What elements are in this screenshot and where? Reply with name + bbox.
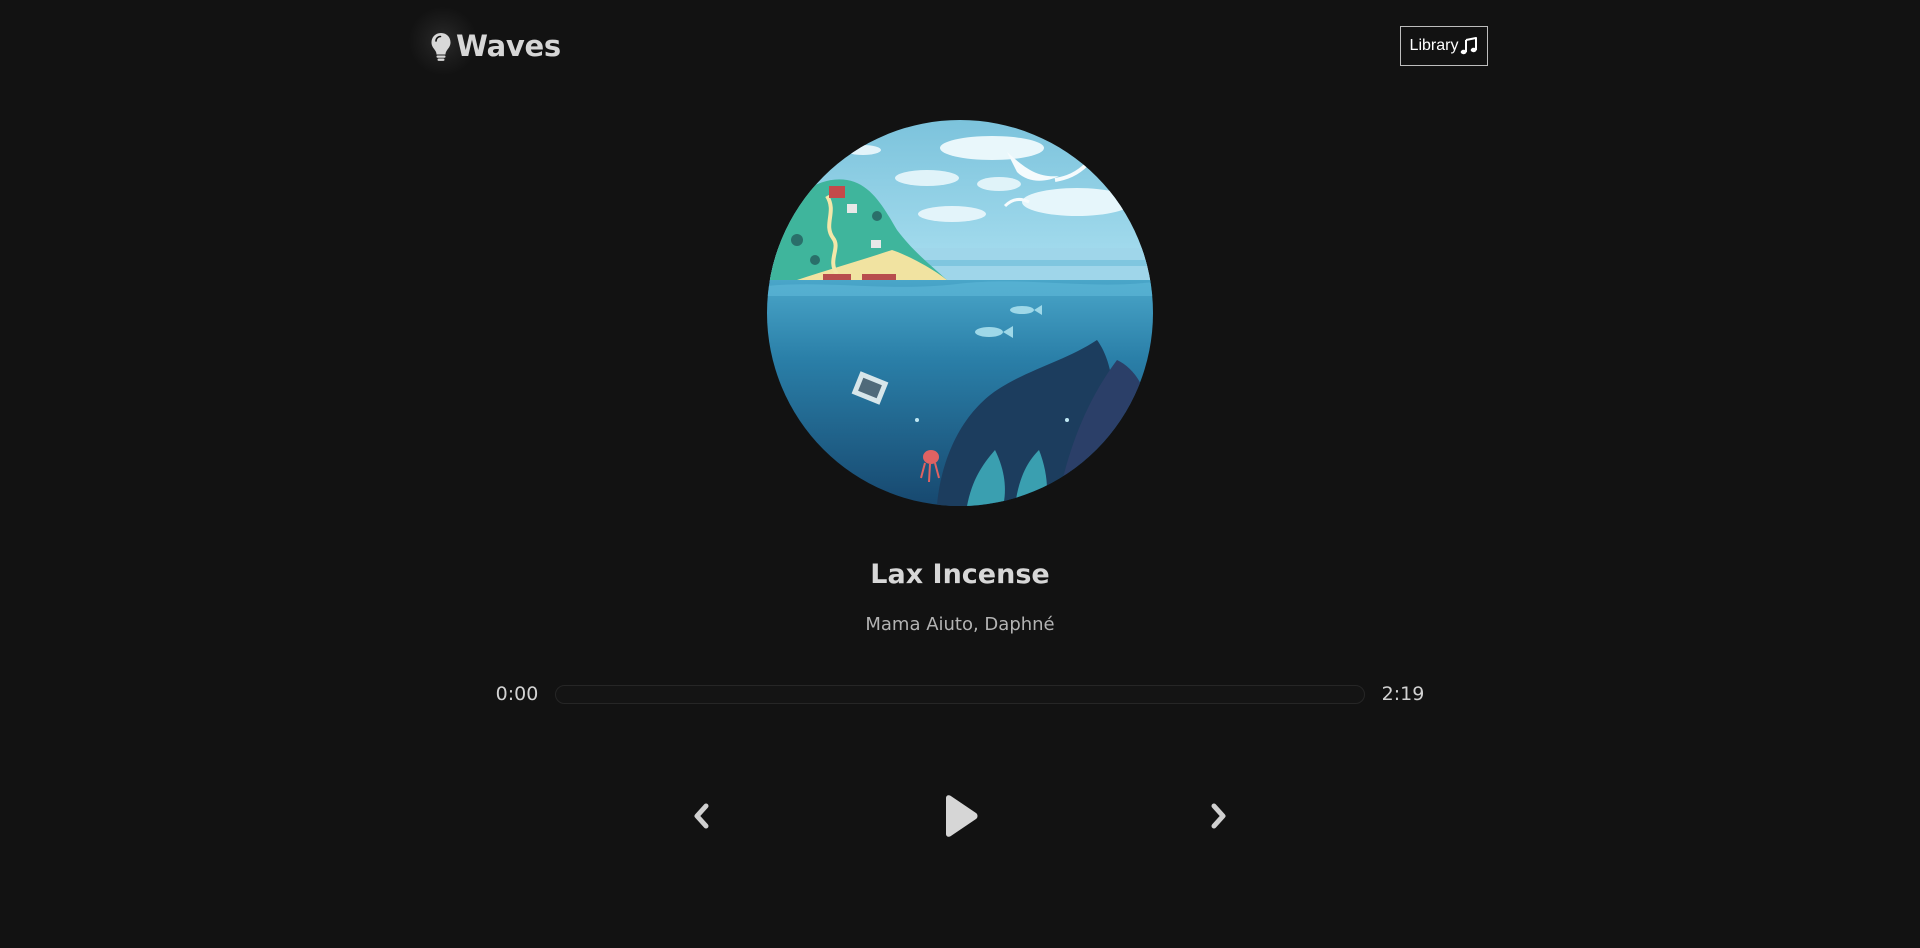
total-duration: 2:19 (1381, 683, 1425, 705)
album-cover-art (767, 120, 1153, 506)
album-cover (767, 120, 1153, 506)
progress-bar[interactable] (555, 685, 1365, 704)
current-time: 0:00 (495, 683, 539, 705)
music-note-icon (1461, 37, 1478, 55)
play-icon (946, 795, 978, 837)
previous-button[interactable] (686, 800, 716, 832)
next-button[interactable] (1204, 800, 1234, 832)
chevron-right-icon (1211, 803, 1226, 829)
library-button[interactable]: Library (1400, 26, 1488, 66)
chevron-left-icon (694, 803, 709, 829)
song-artist: Mama Aiuto, Daphné (865, 614, 1055, 635)
library-button-label: Library (1409, 37, 1459, 54)
music-player-page: Waves Library Lax Incense Mama Aiuto, Da… (0, 0, 1920, 948)
song-title: Lax Incense (870, 559, 1050, 590)
lightbulb-icon (408, 6, 478, 76)
lightbulb-icon-svg (431, 33, 451, 61)
app-logo: Waves (408, 6, 561, 76)
play-button[interactable] (936, 792, 984, 840)
